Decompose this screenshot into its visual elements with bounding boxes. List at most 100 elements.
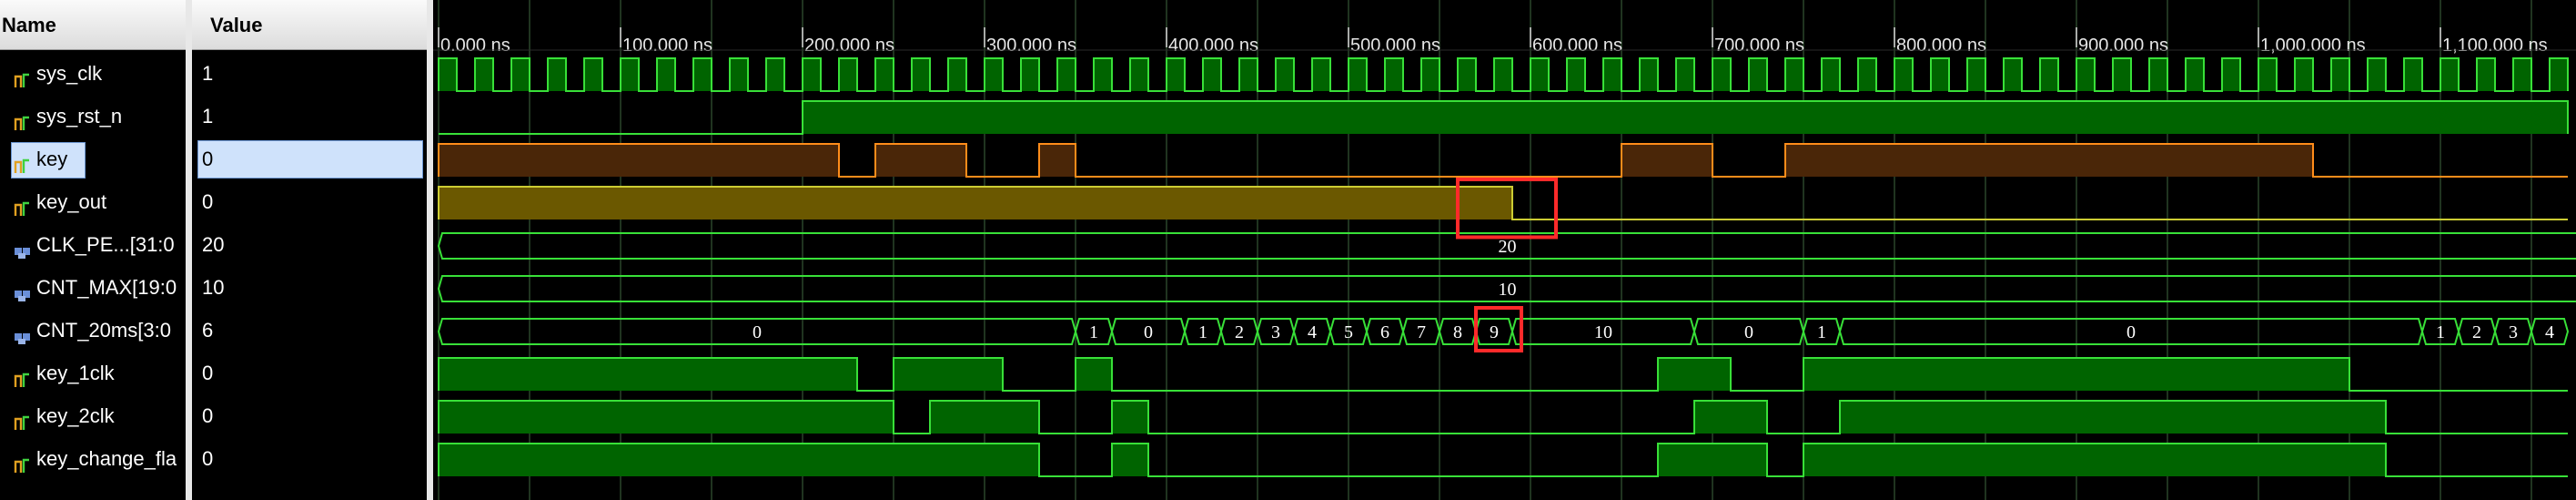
sys-clk-wave-high-fill <box>2004 58 2022 91</box>
signal-value[interactable]: 0 <box>202 438 420 480</box>
signal-name-row[interactable]: key_change_fla <box>0 438 186 480</box>
key-wave-high-fill <box>1785 144 2313 177</box>
sys-clk-wave-high-fill <box>1858 58 1876 91</box>
signal-name-row[interactable]: key_2clk <box>0 395 186 437</box>
signal-value[interactable]: 0 <box>202 138 420 180</box>
signal-value[interactable]: 0 <box>202 181 420 223</box>
sys-clk-wave-high-fill <box>1203 58 1221 91</box>
signal-name-row[interactable]: CNT_MAX[19:0 <box>0 267 186 309</box>
cnt-20ms-bus-value: 8 <box>1453 322 1462 342</box>
key-1clk-wave-high-fill <box>439 358 857 391</box>
sys-clk-wave-high-fill <box>621 58 639 91</box>
sys-clk-wave-high-fill <box>1494 58 1512 91</box>
signal-value[interactable]: 6 <box>202 310 420 352</box>
sys-clk-wave-high-fill <box>2040 58 2058 91</box>
signal-name-label: CLK_PE...[31:0 <box>36 233 175 256</box>
key-1clk-wave-high-fill <box>1803 358 2349 391</box>
sys-clk-wave-high-fill <box>1458 58 1476 91</box>
sys-clk-wave-high-fill <box>766 58 784 91</box>
time-label: 200.000 ns <box>804 36 894 56</box>
signal-name-row[interactable]: key_out <box>0 181 186 223</box>
sys-clk-wave-high-fill <box>439 58 457 91</box>
signal-value[interactable]: 0 <box>202 352 420 394</box>
signal-name-panel: Name sys_clk sys_rst_nkey key_out CLK_PE...… <box>0 0 186 500</box>
key-2clk-wave-high-fill <box>439 401 894 434</box>
key-wave-high-fill <box>1621 144 1712 177</box>
cnt-20ms-bus-value: 1 <box>1817 322 1826 342</box>
sys-clk-wave-high-fill <box>2295 58 2313 91</box>
sys-clk-wave-high-fill <box>2513 58 2531 91</box>
key-2clk-wave-high-fill <box>1112 401 1148 434</box>
key-change-flag-wave-high-fill <box>1112 444 1148 476</box>
clk-pe-bus-value: 20 <box>1499 237 1517 257</box>
time-label: 300.000 ns <box>986 36 1076 56</box>
sys-clk-wave-high-fill <box>803 58 821 91</box>
key-2clk-wave-high-fill <box>930 401 1039 434</box>
signal-name-label: sys_rst_n <box>36 105 123 128</box>
key-change-flag-wave-high-fill <box>1658 444 1767 476</box>
bit-signal-icon <box>13 192 35 217</box>
sys-clk-wave-high-fill <box>1239 58 1258 91</box>
bit-signal-icon <box>13 149 35 174</box>
sys-clk-wave-high-fill <box>2440 58 2459 91</box>
signal-name-row[interactable]: sys_clk <box>0 53 186 95</box>
name-column-header[interactable]: Name <box>0 0 186 50</box>
cnt-20ms-bus-value: 10 <box>1594 322 1612 342</box>
sys-clk-wave-high-fill <box>985 58 1003 91</box>
sys-clk-wave-high-fill <box>1822 58 1840 91</box>
signal-name-label: sys_clk <box>36 62 103 85</box>
sys-clk-wave-high-fill <box>548 58 566 91</box>
signal-value[interactable]: 20 <box>202 224 420 266</box>
signal-value[interactable]: 10 <box>202 267 420 309</box>
bit-signal-icon <box>13 406 35 431</box>
sys-clk-wave-high-fill <box>2550 58 2568 91</box>
signal-name-row[interactable]: sys_rst_n <box>0 96 186 138</box>
key-change-flag-wave-high-fill <box>1803 444 2386 476</box>
time-label: 800.000 ns <box>1896 36 1986 56</box>
value-column-header[interactable]: Value <box>192 0 427 50</box>
sys-clk-wave-high-fill <box>1094 58 1112 91</box>
key-2clk-wave-high-fill <box>1694 401 1767 434</box>
sys-clk-wave-high-fill <box>1130 58 1148 91</box>
sys-clk-wave-high-fill <box>1785 58 1803 91</box>
signal-name-row[interactable]: key <box>0 138 186 180</box>
signal-name-row[interactable]: key_1clk <box>0 352 186 394</box>
signal-name-label: key_2clk <box>36 404 115 427</box>
panel-divider[interactable] <box>427 0 433 500</box>
sys-clk-wave-high-fill <box>1530 58 1549 91</box>
time-label: 0.000 ns <box>440 36 510 56</box>
cnt-20ms-bus-value: 5 <box>1344 322 1353 342</box>
signal-name-label: key_out <box>36 190 107 213</box>
sys-clk-wave-high-fill <box>2149 58 2167 91</box>
waveform-canvas[interactable]: 0.000 ns 100.000 ns 200.000 ns 300.000 ns 40… <box>433 0 2576 500</box>
signal-value[interactable]: 1 <box>202 96 420 138</box>
signal-name-row[interactable]: CLK_PE...[31:0 <box>0 224 186 266</box>
signal-value[interactable]: 1 <box>202 53 420 95</box>
bit-signal-icon <box>13 107 35 131</box>
key-out-wave-high-fill <box>439 187 1512 219</box>
sys-clk-wave-high-fill <box>1276 58 1294 91</box>
sys-clk-wave-high-fill <box>2404 58 2422 91</box>
signal-name-row[interactable]: CNT_20ms[3:0 <box>0 310 186 352</box>
time-label: 100.000 ns <box>622 36 712 56</box>
cnt-20ms-bus-value: 9 <box>1490 322 1499 342</box>
key-1clk-wave-high-fill <box>1076 358 1112 391</box>
sys-clk-wave-high-fill <box>2368 58 2386 91</box>
sys-clk-wave-high-fill <box>584 58 602 91</box>
cnt-20ms-bus-value: 6 <box>1380 322 1389 342</box>
cnt-20ms-bus-value: 0 <box>1144 322 1153 342</box>
sys-clk-wave-high-fill <box>1385 58 1403 91</box>
sys-clk-wave-high-fill <box>1894 58 1913 91</box>
cnt-20ms-bus-value: 1 <box>2436 322 2445 342</box>
sys-clk-wave-high-fill <box>1567 58 1585 91</box>
time-label: 1,000.000 ns <box>2260 36 2366 56</box>
cnt-20ms-bus-value: 1 <box>1089 322 1098 342</box>
cnt-20ms-bus-value: 2 <box>1235 322 1244 342</box>
column-divider[interactable] <box>186 0 192 500</box>
sys-clk-wave-high-fill <box>511 58 530 91</box>
sys-clk-wave-high-fill <box>2186 58 2204 91</box>
bus-signal-icon <box>13 235 35 260</box>
time-label: 400.000 ns <box>1168 36 1258 56</box>
cnt-20ms-bus-value: 3 <box>2509 322 2518 342</box>
signal-value[interactable]: 0 <box>202 395 420 437</box>
